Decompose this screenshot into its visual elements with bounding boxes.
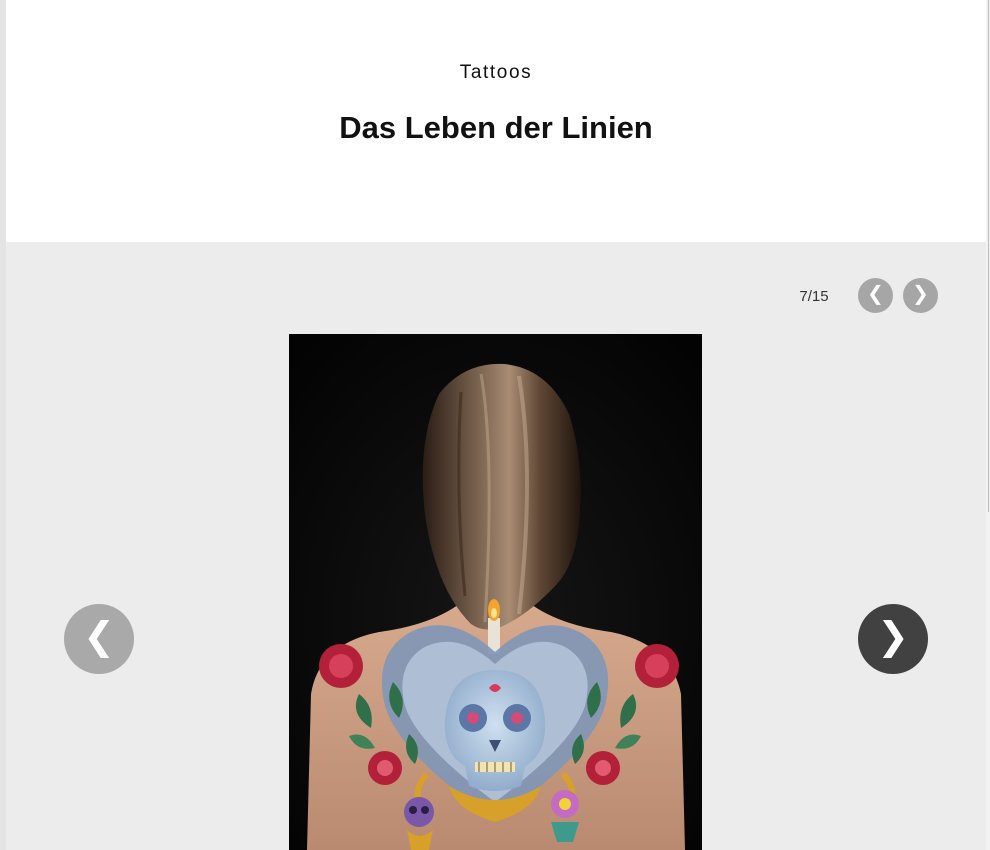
chevron-right-icon: ❯ — [912, 283, 929, 305]
chevron-left-icon: ❮ — [867, 283, 884, 305]
article-header: Tattoos Das Leben der Linien — [6, 0, 986, 242]
chevron-right-icon: ❯ — [877, 616, 909, 658]
page: Tattoos Das Leben der Linien 7/15 ❮ ❯ ❮ … — [0, 0, 990, 850]
chevron-left-icon: ❮ — [83, 616, 115, 658]
image-gallery: 7/15 ❮ ❯ ❮ ❯ — [6, 242, 986, 850]
gallery-prev-small-button[interactable]: ❮ — [858, 278, 893, 313]
gallery-photo[interactable] — [289, 334, 702, 850]
gallery-next-button[interactable]: ❯ — [858, 604, 928, 674]
tattooed-back-illustration — [289, 334, 702, 850]
gallery-next-small-button[interactable]: ❯ — [903, 278, 938, 313]
scrollbar-track[interactable] — [988, 0, 989, 512]
gallery-prev-button[interactable]: ❮ — [64, 604, 134, 674]
article-kicker: Tattoos — [459, 62, 533, 83]
article-headline: Das Leben der Linien — [339, 110, 653, 145]
gallery-counter: 7/15 — [799, 288, 829, 305]
